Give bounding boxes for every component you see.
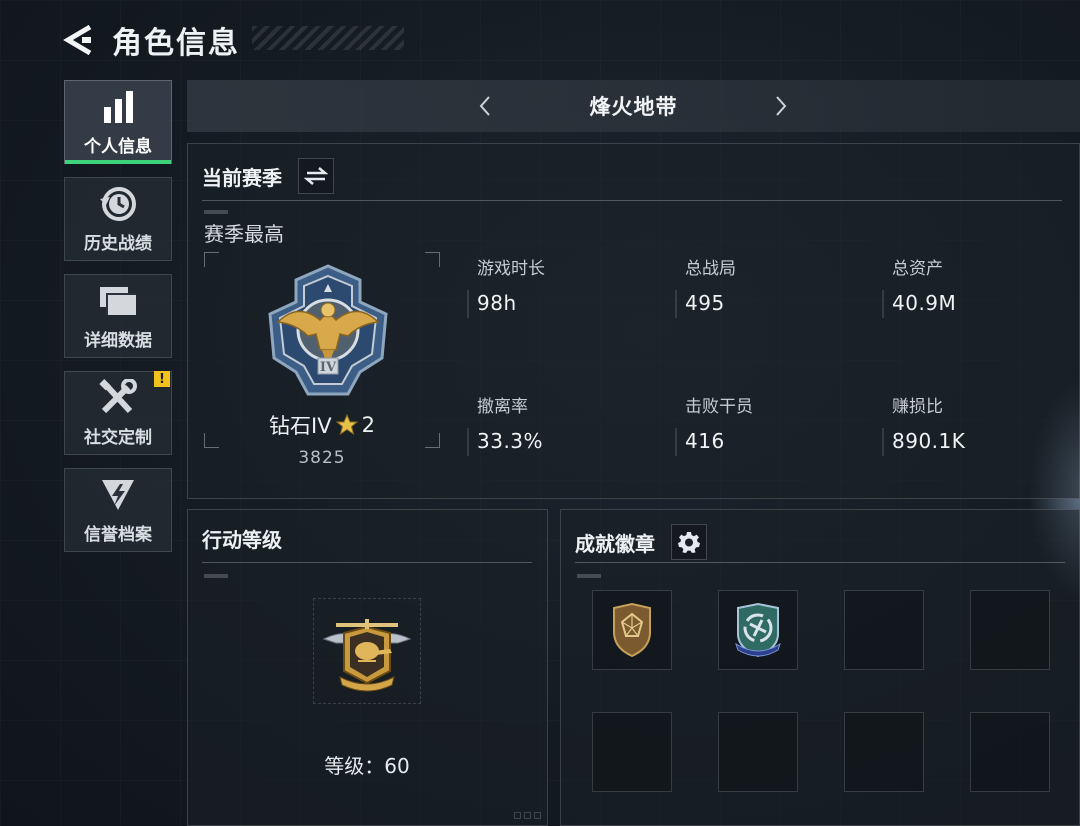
rank-stars: 2 [361, 413, 375, 437]
action-level-panel: 行动等级 等级：60 [187, 509, 548, 826]
credit-emblem-icon [97, 476, 139, 514]
stat-divider [882, 290, 884, 318]
badge-slot-empty[interactable] [844, 712, 924, 792]
stat-total-matches: 总战局 495 [675, 254, 865, 318]
level-panel-title: 行动等级 [202, 528, 282, 552]
achievement-badges-panel: 成就徽章 [560, 509, 1080, 826]
gear-icon [678, 532, 700, 553]
mode-next-button[interactable] [767, 92, 795, 120]
season-panel-header: 当前赛季 [202, 158, 334, 194]
divider [575, 562, 1065, 563]
alert-badge: ! [154, 371, 170, 387]
stat-extraction-rate: 撤离率 33.3% [467, 392, 657, 456]
stat-label: 总战局 [685, 259, 736, 279]
folders-icon [97, 282, 139, 320]
badge-slot-empty[interactable] [592, 712, 672, 792]
season-panel: 当前赛季 赛季最高 IV 钻石IV 2 3825 游戏时长 98h 总战局 49… [187, 143, 1080, 499]
stat-divider [467, 428, 469, 456]
stat-divider [467, 290, 469, 318]
sidebar-item-social-custom[interactable]: ! 社交定制 [64, 371, 172, 455]
level-value: 等级：60 [324, 754, 410, 778]
page-title: 角色信息 [112, 26, 240, 61]
stat-divider [882, 428, 884, 456]
sidebar-item-label: 信誉档案 [84, 524, 152, 545]
badge-slot[interactable] [718, 590, 798, 670]
divider-tick [577, 574, 601, 578]
stat-value: 495 [685, 291, 725, 315]
stat-label: 赚损比 [892, 397, 943, 417]
stat-label: 总资产 [892, 259, 943, 279]
stat-total-assets: 总资产 40.9M [882, 254, 1072, 318]
stat-label: 击败干员 [685, 397, 753, 417]
bar-chart-icon [97, 88, 139, 126]
badge-slot[interactable] [592, 590, 672, 670]
history-clock-icon [97, 185, 139, 223]
season-switch-button[interactable] [298, 158, 334, 194]
title-decoration [252, 26, 404, 50]
stat-divider [675, 290, 677, 318]
stat-divider [675, 428, 677, 456]
chevron-right-icon [776, 96, 787, 116]
diamond-rank-eagle-icon: IV [268, 264, 388, 396]
sidebar-item-label: 个人信息 [84, 136, 152, 157]
divider [202, 562, 532, 563]
recycle-badge-icon [735, 602, 781, 658]
level-panel-header: 行动等级 [202, 524, 282, 553]
sidebar-item-label: 详细数据 [84, 330, 152, 351]
stat-label: 撤离率 [477, 397, 528, 417]
shield-gem-badge-icon [613, 602, 651, 658]
sidebar-item-detailed-data[interactable]: 详细数据 [64, 274, 172, 358]
badge-slot-empty[interactable] [844, 590, 924, 670]
sidebar-item-history[interactable]: 历史战绩 [64, 177, 172, 261]
level-emblem-frame[interactable] [313, 598, 421, 704]
stat-profit-loss-ratio: 赚损比 890.1K [882, 392, 1072, 456]
season-best-label: 赛季最高 [204, 222, 284, 246]
divider-tick [204, 210, 228, 214]
stat-value: 890.1K [892, 429, 966, 453]
stat-value: 416 [685, 429, 725, 453]
stat-value: 40.9M [892, 291, 957, 315]
sidebar-item-personal-info[interactable]: 个人信息 [64, 80, 172, 164]
corner-decoration [514, 812, 541, 819]
sidebar: 个人信息 历史战绩 详细数据 ! 社交定制 信誉档案 [64, 80, 174, 565]
badge-slot-empty[interactable] [970, 712, 1050, 792]
rank-name: 钻石IV [269, 414, 332, 438]
helicopter-level-icon [322, 619, 412, 692]
badges-panel-header: 成就徽章 [575, 524, 707, 560]
page-header: 角色信息 [62, 18, 240, 62]
divider [202, 200, 1062, 201]
chevron-left-icon [479, 96, 490, 116]
frame-corner [425, 252, 440, 267]
sidebar-item-label: 历史战绩 [84, 233, 152, 254]
badge-settings-button[interactable] [671, 524, 707, 560]
rank-score: 3825 [298, 448, 346, 468]
svg-text:IV: IV [320, 360, 337, 375]
tools-icon [97, 378, 139, 417]
swap-arrows-icon [304, 167, 328, 185]
mode-title: 烽火地带 [589, 95, 678, 119]
rank-name-row: 钻石IV 2 [204, 410, 440, 440]
badge-slot-empty[interactable] [970, 590, 1050, 670]
stat-operators-defeated: 击败干员 416 [675, 392, 865, 456]
mode-selector: 烽火地带 [187, 80, 1080, 132]
sidebar-item-credit-file[interactable]: 信誉档案 [64, 468, 172, 552]
star-icon [335, 414, 358, 436]
back-arrow-icon [63, 24, 92, 56]
stat-value: 98h [477, 291, 517, 315]
badge-slot-empty[interactable] [718, 712, 798, 792]
badges-panel-title: 成就徽章 [575, 531, 655, 556]
frame-corner [204, 252, 219, 267]
rank-card[interactable]: IV 钻石IV 2 3825 [204, 252, 440, 468]
sidebar-item-label: 社交定制 [84, 427, 152, 448]
stat-value: 33.3% [477, 429, 544, 453]
divider-tick [204, 574, 228, 578]
mode-prev-button[interactable] [471, 92, 499, 120]
stat-play-time: 游戏时长 98h [467, 254, 657, 318]
back-button[interactable] [62, 23, 96, 57]
season-panel-title: 当前赛季 [202, 165, 282, 190]
stat-label: 游戏时长 [477, 259, 545, 279]
